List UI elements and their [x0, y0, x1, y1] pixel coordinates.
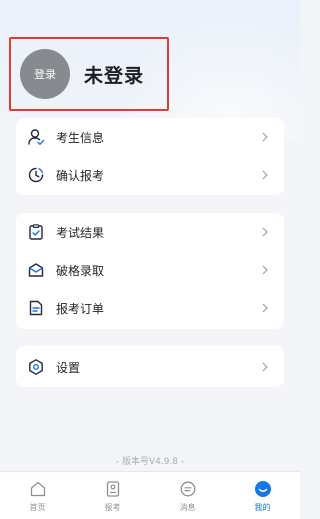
exam-icon	[103, 479, 123, 499]
chevron-right-icon	[258, 263, 272, 277]
chevron-right-icon	[258, 225, 272, 239]
menu-item-label: 确认报考	[56, 168, 105, 183]
menu-item-label: 考试结果	[56, 225, 105, 240]
chevron-right-icon	[258, 360, 272, 374]
menu-card-exam: 考试结果 破格录取 报考订单	[16, 213, 284, 329]
version-label: - 版本号V4.9.8 -	[115, 457, 185, 467]
tab-profile[interactable]: 我的	[225, 472, 300, 519]
avatar[interactable]: 登录	[20, 49, 70, 99]
tab-exam[interactable]: 报考	[75, 472, 150, 519]
menu-card-account: 考生信息 确认报考	[16, 118, 284, 195]
clipboard-check-icon	[26, 222, 46, 242]
tab-label: 报考	[104, 502, 121, 512]
menu-item-candidate-info[interactable]: 考生信息	[16, 118, 284, 156]
clock-icon	[26, 165, 46, 185]
chevron-right-icon	[258, 168, 272, 182]
login-area[interactable]: 登录 未登录	[9, 37, 169, 111]
envelope-icon	[26, 260, 46, 280]
menu-item-exam-results[interactable]: 考试结果	[16, 213, 284, 251]
tab-label: 首页	[29, 502, 46, 512]
login-status-title[interactable]: 未登录	[84, 61, 144, 88]
menu-item-label: 报考订单	[56, 301, 105, 316]
tab-label: 我的	[254, 502, 271, 512]
menu-card-settings: 设置	[16, 346, 284, 387]
chevron-right-icon	[258, 301, 272, 315]
tab-label: 消息	[179, 502, 196, 512]
menu-item-settings[interactable]: 设置	[16, 348, 284, 386]
bottom-tab-bar: 首页 报考 消息 我的	[0, 471, 300, 519]
document-icon	[26, 298, 46, 318]
chevron-right-icon	[258, 130, 272, 144]
profile-icon	[253, 479, 273, 499]
menu-item-special-admission[interactable]: 破格录取	[16, 251, 284, 289]
menu-item-label: 设置	[56, 360, 81, 375]
menu-item-label: 破格录取	[56, 263, 105, 278]
tab-messages[interactable]: 消息	[150, 472, 225, 519]
person-icon	[26, 127, 46, 147]
home-icon	[28, 479, 48, 499]
message-icon	[178, 479, 198, 499]
menu-item-label: 考生信息	[56, 130, 105, 145]
avatar-text: 登录	[34, 68, 56, 81]
settings-icon	[26, 357, 46, 377]
menu-item-confirm-registration[interactable]: 确认报考	[16, 156, 284, 194]
tab-home[interactable]: 首页	[0, 472, 75, 519]
menu-item-registration-orders[interactable]: 报考订单	[16, 289, 284, 327]
